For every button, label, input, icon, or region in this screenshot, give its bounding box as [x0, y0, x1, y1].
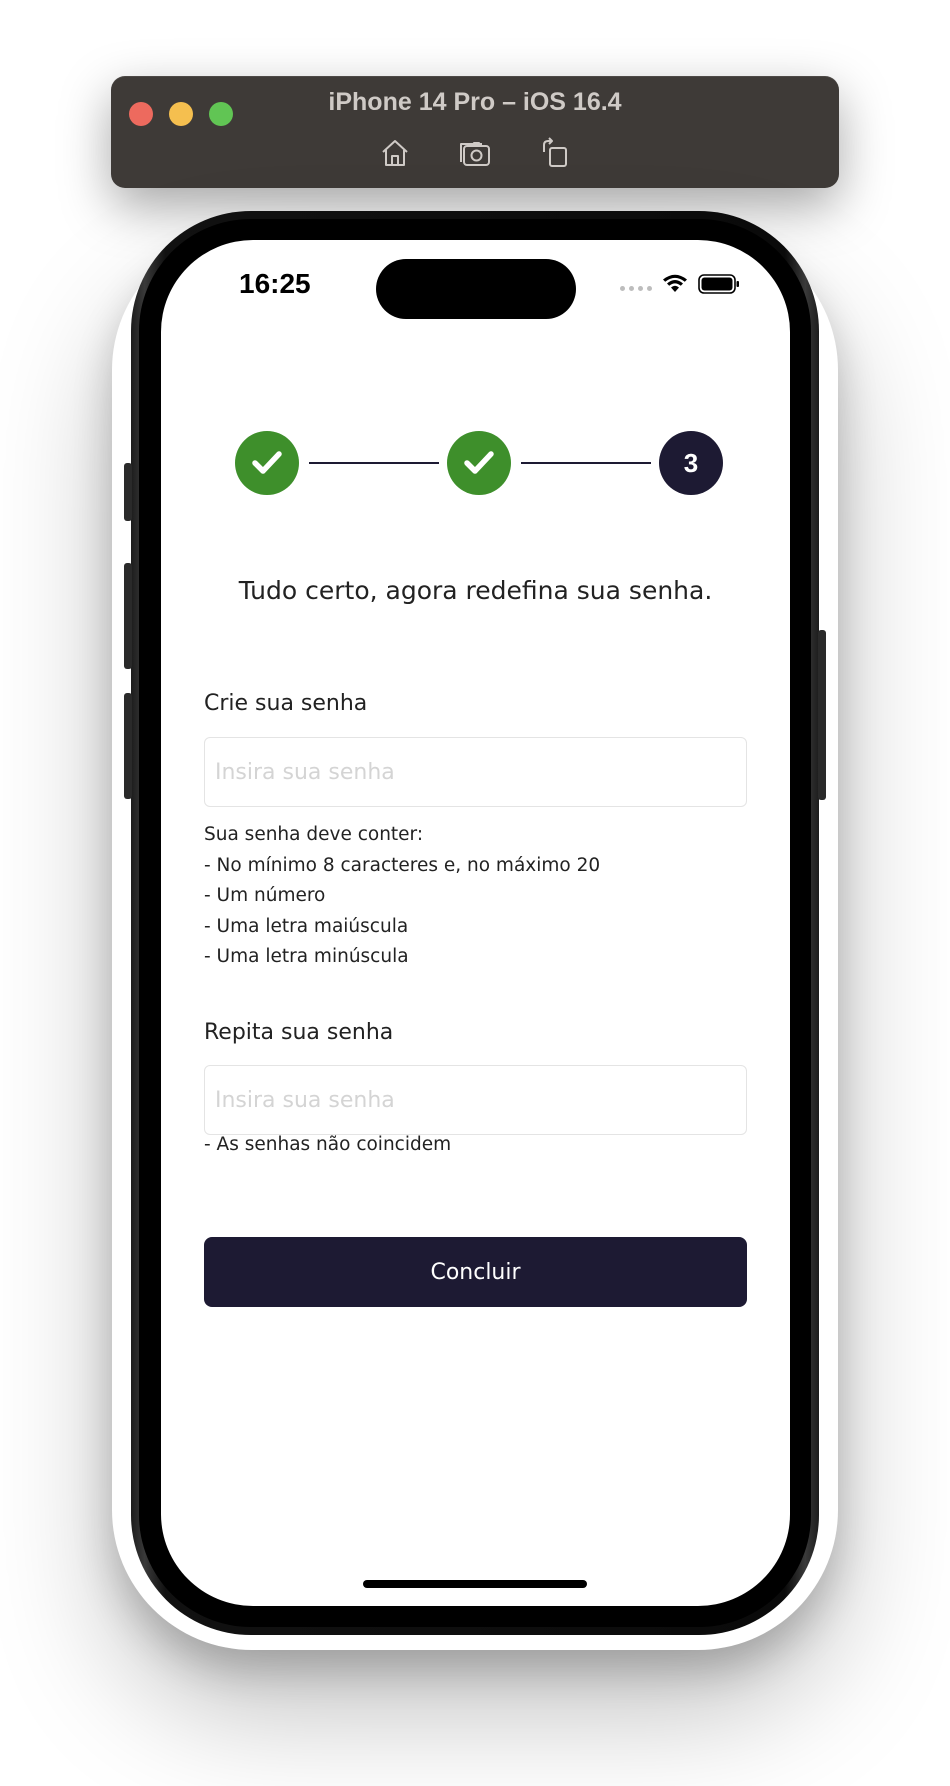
volume-down-button[interactable] [124, 693, 132, 799]
step-connector [309, 462, 439, 464]
password-rule-item: - Uma letra maiúscula [204, 915, 409, 937]
volume-up-button[interactable] [124, 563, 132, 669]
screenshot-icon[interactable] [456, 134, 494, 172]
power-button[interactable] [818, 630, 826, 800]
check-icon [464, 451, 494, 474]
password-rules: Sua senha deve conter: - No mínimo 8 car… [204, 820, 600, 973]
confirm-password-input[interactable] [204, 1065, 747, 1135]
step-1-complete [235, 431, 299, 495]
home-icon[interactable] [376, 134, 414, 172]
password-input[interactable] [204, 737, 747, 807]
simulator-window-bar: iPhone 14 Pro – iOS 16.4 [111, 76, 839, 188]
cellular-icon [620, 285, 652, 291]
simulator-title: iPhone 14 Pro – iOS 16.4 [328, 88, 622, 116]
status-time: 16:25 [239, 268, 311, 299]
password-mismatch-error: - As senhas não coincidem [204, 1134, 452, 1155]
app-screen: 16:25 3 Tudo certo, agora redefina sua s… [161, 240, 790, 1606]
wifi-icon [663, 274, 687, 292]
status-icons [620, 274, 740, 294]
page-headline: Tudo certo, agora redefina sua senha. [238, 576, 713, 605]
confirm-password-label: Repita sua senha [204, 1020, 394, 1045]
battery-icon [698, 274, 739, 294]
step-2-complete [447, 431, 511, 495]
simulator-toolbar [111, 134, 839, 172]
step-number: 3 [683, 447, 699, 478]
password-rule-item: - No mínimo 8 caracteres e, no máximo 20 [204, 854, 601, 876]
step-connector [521, 462, 651, 464]
home-indicator[interactable] [363, 1580, 587, 1588]
check-icon [252, 451, 282, 474]
password-rule-item: - Uma letra minúscula [204, 946, 409, 967]
rotate-icon[interactable] [536, 134, 574, 172]
password-rule-item: - Um número [204, 885, 326, 906]
action-button[interactable] [124, 463, 132, 521]
progress-stepper: 3 [235, 431, 723, 495]
password-label: Crie sua senha [204, 691, 368, 716]
dynamic-island [376, 259, 576, 319]
stage: iPhone 14 Pro – iOS 16.4 16:25 3 Tudo ce… [0, 0, 950, 1786]
submit-button[interactable]: Concluir [204, 1237, 747, 1307]
password-rules-title: Sua senha deve conter: [204, 824, 424, 845]
step-3-current: 3 [659, 431, 723, 495]
